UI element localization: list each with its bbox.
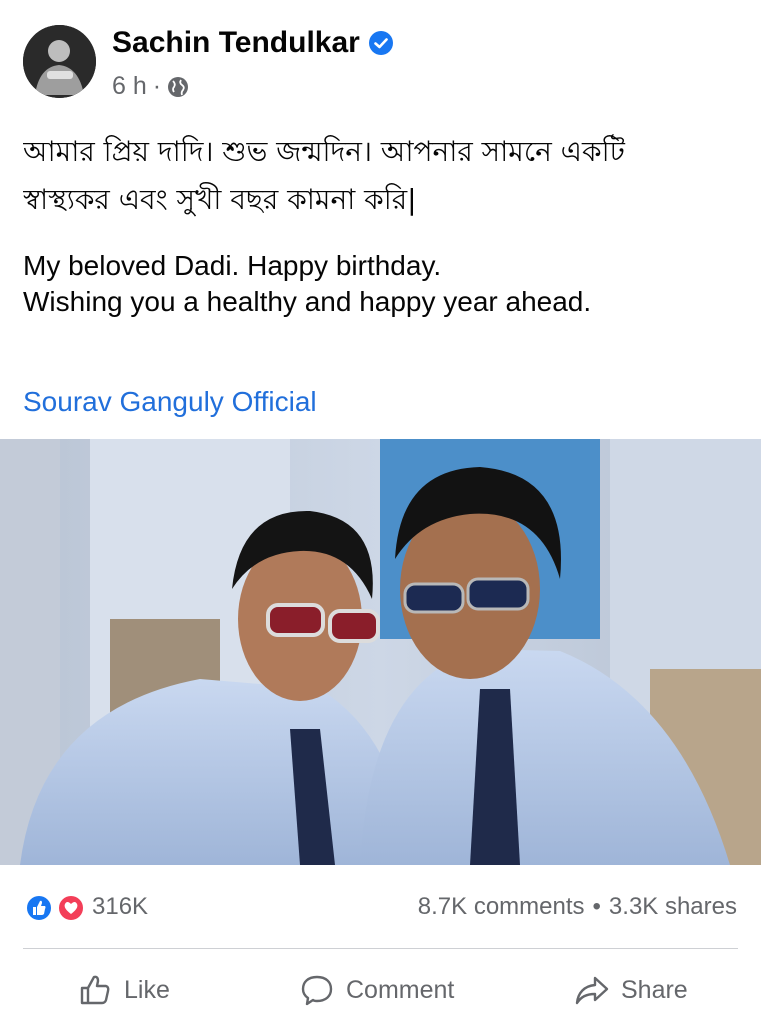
engagement-bar: 316K 8.7K comments • 3.3K shares <box>0 880 761 936</box>
stats-separator: • <box>592 893 601 920</box>
comments-count[interactable]: 8.7K comments <box>418 893 585 921</box>
avatar[interactable] <box>23 25 96 98</box>
post-text-english-line-1: My beloved Dadi. Happy birthday. <box>23 250 442 281</box>
action-bar: Like Comment Share <box>0 958 761 1024</box>
post-text-bengali-line-2: স্বাস্থ্যকর এবং সুখী বছর কামনা করি| <box>23 183 417 216</box>
post-photo[interactable] <box>0 439 761 865</box>
comment-button[interactable]: Comment <box>300 968 454 1012</box>
tagged-page-link[interactable]: Sourav Ganguly Official <box>23 386 317 418</box>
reactions-count[interactable]: 316K <box>92 893 148 921</box>
verified-badge-icon <box>368 30 394 56</box>
like-button[interactable]: Like <box>78 968 170 1012</box>
reaction-icons[interactable] <box>23 893 85 923</box>
shares-count[interactable]: 3.3K shares <box>609 893 737 921</box>
comments-shares: 8.7K comments • 3.3K shares <box>418 893 737 921</box>
thumbs-up-icon <box>80 975 110 1005</box>
share-button[interactable]: Share <box>575 968 688 1012</box>
comment-bubble-icon <box>301 975 333 1006</box>
author-name-text[interactable]: Sachin Tendulkar <box>112 26 360 60</box>
post-text-english-line-2: Wishing you a healthy and happy year ahe… <box>23 286 592 317</box>
author-name[interactable]: Sachin Tendulkar <box>112 26 394 60</box>
comment-label: Comment <box>346 975 455 1004</box>
post-time[interactable]: 6 h <box>112 72 147 101</box>
globe-icon[interactable] <box>167 76 189 98</box>
meta-separator: · <box>152 72 162 100</box>
share-arrow-icon <box>575 976 609 1005</box>
like-label: Like <box>124 975 170 1004</box>
post-text: আমার প্রিয় দাদি। শুভ জন্মদিন। আপনার সাম… <box>23 128 738 320</box>
divider <box>23 948 738 949</box>
post-header: Sachin Tendulkar 6 h · <box>0 0 761 110</box>
share-label: Share <box>621 975 688 1004</box>
post-text-bengali-line-1: আমার প্রিয় দাদি। শুভ জন্মদিন। আপনার সাম… <box>23 135 625 168</box>
post-meta: 6 h · <box>112 72 189 101</box>
